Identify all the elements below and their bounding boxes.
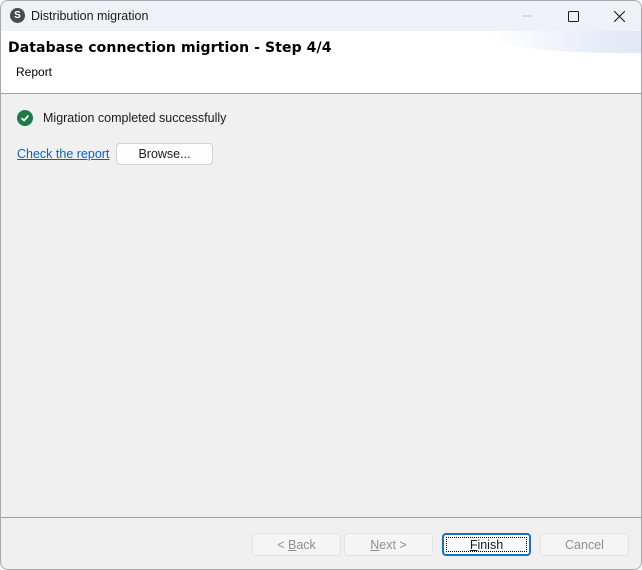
browse-button[interactable]: Browse...	[116, 143, 213, 165]
close-icon	[613, 10, 625, 22]
check-report-link[interactable]: Check the report	[17, 147, 109, 161]
maximize-icon	[567, 10, 579, 22]
title-bar: S Distribution migration	[1, 1, 641, 31]
finish-button[interactable]: Finish	[442, 533, 531, 556]
minimize-button[interactable]	[504, 1, 550, 31]
close-button[interactable]	[596, 1, 641, 31]
distribution-icon: S	[10, 8, 25, 23]
wizard-header: Database connection migrtion - Step 4/4 …	[1, 31, 641, 94]
page-title: Database connection migrtion - Step 4/4	[8, 40, 332, 56]
cancel-button[interactable]: Cancel	[540, 533, 629, 556]
back-label: ack	[296, 537, 316, 552]
check-circle-icon	[17, 110, 33, 126]
focus-ring	[446, 537, 527, 552]
header-decoration	[491, 31, 641, 53]
next-button[interactable]: Next >	[344, 533, 433, 556]
back-mnemonic: B	[287, 537, 297, 552]
maximize-button[interactable]	[550, 1, 596, 31]
next-mnemonic: N	[370, 537, 380, 552]
wizard-window: S Distribution migration Database connec…	[0, 0, 642, 570]
back-button[interactable]: < Back	[252, 533, 341, 556]
minimize-icon	[522, 15, 532, 17]
status-text: Migration completed successfully	[43, 111, 227, 125]
status-message: Migration completed successfully	[17, 110, 226, 126]
page-subtitle: Report	[16, 65, 53, 79]
next-label: ext >	[379, 537, 407, 552]
footer-divider	[1, 517, 641, 518]
back-prefix: <	[277, 537, 288, 552]
window-title: Distribution migration	[31, 9, 149, 23]
